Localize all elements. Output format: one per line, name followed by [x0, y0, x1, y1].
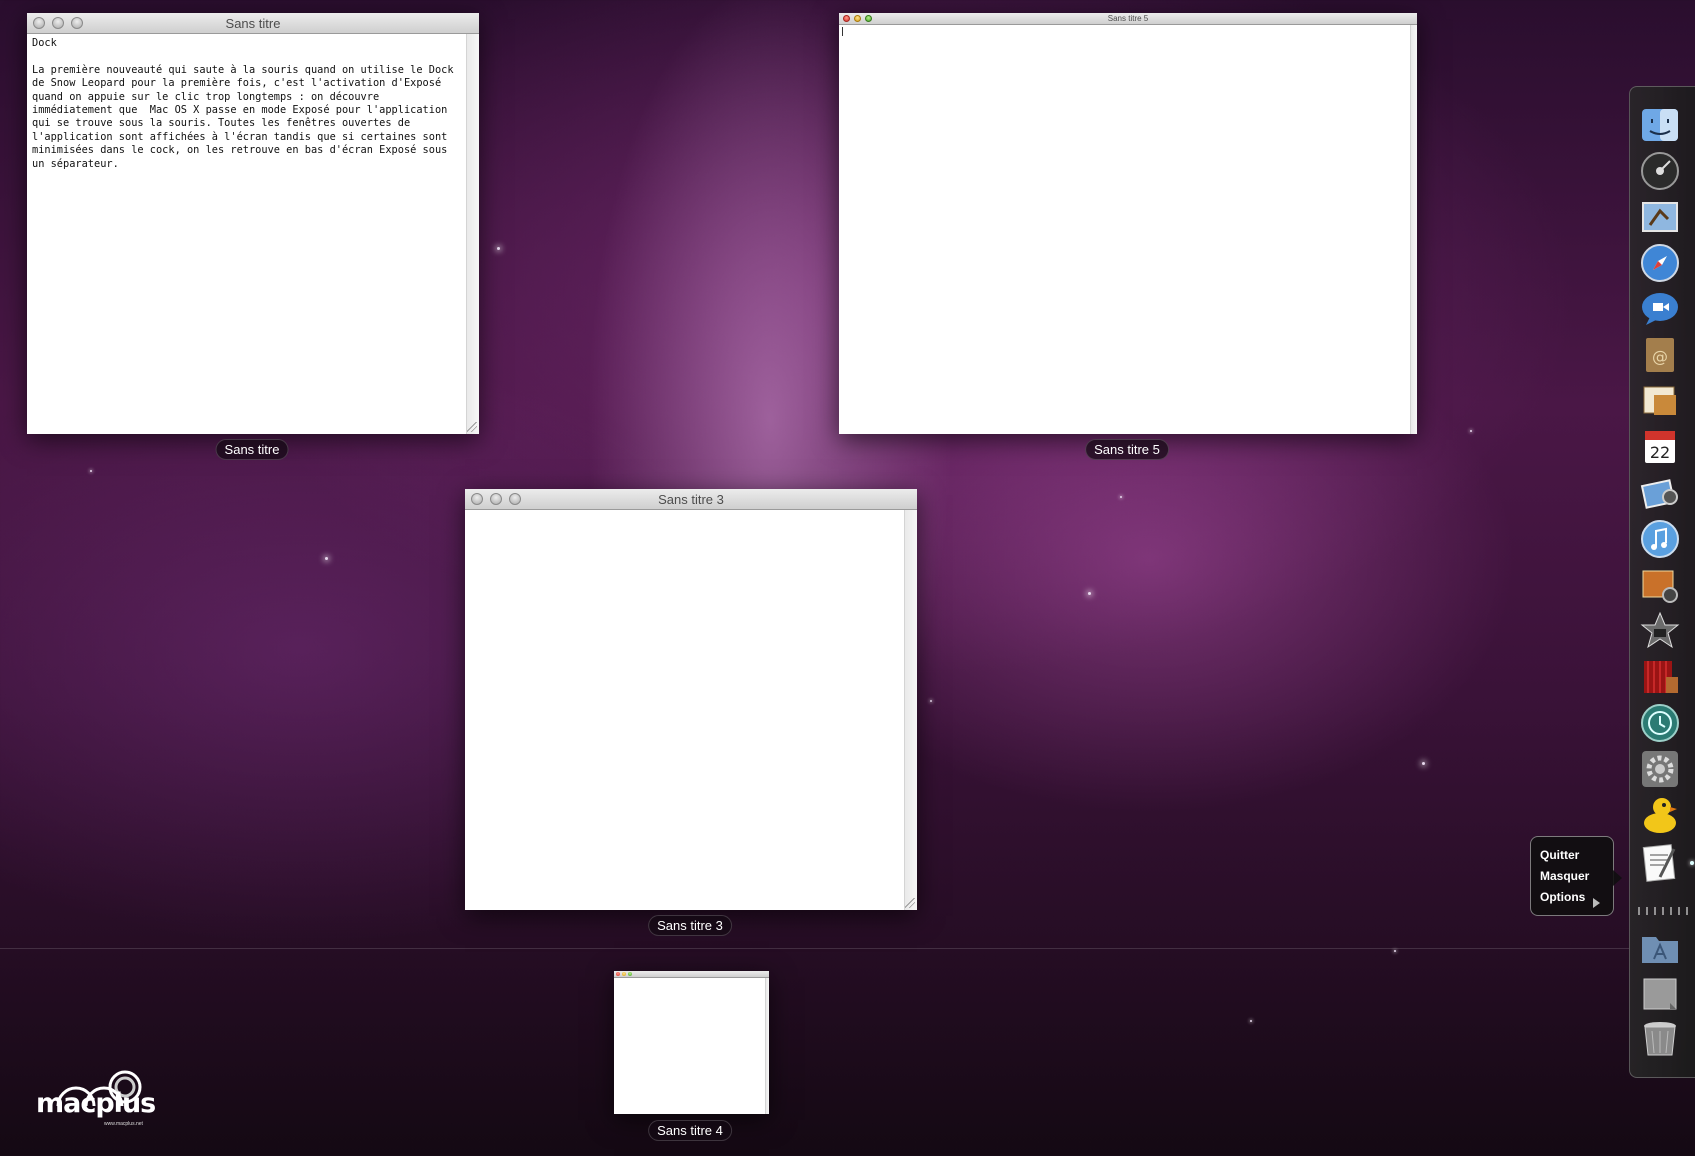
window-title: Sans titre 3 — [658, 491, 724, 507]
star — [1422, 762, 1425, 765]
iphoto-icon[interactable] — [1640, 473, 1680, 513]
ical-icon[interactable]: 22 — [1640, 427, 1680, 467]
documents-stack-icon[interactable] — [1640, 973, 1680, 1013]
dashboard-icon[interactable] — [1640, 151, 1680, 191]
vertical-scrollbar — [765, 978, 769, 1114]
time-machine-icon[interactable] — [1640, 703, 1680, 743]
preview-icon[interactable] — [1640, 381, 1680, 421]
document-text[interactable]: Dock La première nouveauté qui saute à l… — [27, 34, 465, 174]
window-label-sans-titre[interactable]: Sans titre — [215, 439, 289, 460]
resize-grip-icon[interactable] — [905, 898, 915, 908]
svg-text:22: 22 — [1650, 443, 1670, 462]
applications-folder-icon[interactable] — [1640, 927, 1680, 967]
star — [1120, 496, 1122, 498]
close-icon[interactable] — [616, 972, 620, 976]
window-titlebar[interactable]: Sans titre — [27, 13, 479, 34]
window-label-sans-titre-4[interactable]: Sans titre 4 — [648, 1120, 732, 1141]
star — [90, 470, 92, 472]
vertical-scrollbar[interactable] — [1410, 25, 1417, 434]
text-area[interactable]: Dock La première nouveauté qui saute à l… — [27, 34, 479, 434]
window-sans-titre-5[interactable]: Sans titre 5 — [839, 13, 1417, 434]
zoom-icon[interactable] — [509, 493, 521, 505]
imovie-icon[interactable] — [1640, 611, 1680, 651]
zoom-icon[interactable] — [865, 15, 872, 22]
logo-wordmark: macplus — [36, 1088, 156, 1119]
star — [1470, 430, 1472, 432]
zoom-icon[interactable] — [71, 17, 83, 29]
window-label-sans-titre-3[interactable]: Sans titre 3 — [648, 915, 732, 936]
star — [1250, 1020, 1252, 1022]
window-controls — [33, 13, 83, 33]
address-book-icon[interactable]: @ — [1640, 335, 1680, 375]
photo-booth-icon[interactable] — [1640, 565, 1680, 605]
star — [325, 557, 328, 560]
window-titlebar[interactable]: Sans titre 5 — [839, 13, 1417, 25]
safari-icon[interactable] — [1640, 243, 1680, 283]
dock-context-menu: Quitter Masquer Options — [1530, 836, 1622, 916]
dock: @ 22 — [1629, 86, 1695, 1078]
text-area[interactable] — [839, 25, 1417, 434]
window-titlebar[interactable] — [614, 971, 769, 978]
vertical-scrollbar[interactable] — [466, 34, 479, 434]
minimize-icon[interactable] — [854, 15, 861, 22]
menu-item-quitter[interactable]: Quitter — [1540, 848, 1579, 862]
expose-minimized-separator — [0, 948, 1630, 949]
macplus-logo: macplus www.macplus.net — [36, 1066, 156, 1128]
window-sans-titre-4[interactable] — [614, 971, 769, 1114]
finder-icon[interactable] — [1640, 105, 1680, 145]
minimize-icon[interactable] — [52, 17, 64, 29]
window-controls — [616, 971, 632, 977]
window-title: Sans titre — [225, 15, 281, 31]
submenu-arrow-icon — [1593, 898, 1600, 908]
star — [930, 700, 932, 702]
trash-icon[interactable] — [1640, 1019, 1680, 1059]
window-controls — [843, 13, 872, 24]
window-controls — [471, 489, 521, 509]
system-preferences-icon[interactable] — [1640, 749, 1680, 789]
textedit-icon[interactable] — [1640, 843, 1680, 883]
star — [1088, 592, 1091, 595]
window-sans-titre-3[interactable]: Sans titre 3 — [465, 489, 917, 910]
close-icon[interactable] — [843, 15, 850, 22]
svg-text:@: @ — [1652, 347, 1668, 366]
menu-item-masquer[interactable]: Masquer — [1540, 869, 1589, 883]
star — [497, 247, 500, 250]
window-sans-titre[interactable]: Sans titre Dock La première nouveauté qu… — [27, 13, 479, 434]
dock-separator — [1638, 907, 1694, 915]
text-area — [614, 978, 769, 1114]
text-area[interactable] — [465, 510, 917, 910]
front-row-icon[interactable] — [1640, 657, 1680, 697]
window-title: Sans titre 5 — [1107, 14, 1149, 23]
logo-url: www.macplus.net — [104, 1121, 143, 1127]
resize-grip-icon[interactable] — [467, 422, 477, 432]
vertical-scrollbar[interactable] — [904, 510, 917, 910]
running-indicator — [1690, 861, 1694, 865]
minimize-icon[interactable] — [490, 493, 502, 505]
text-cursor — [842, 27, 843, 36]
window-titlebar[interactable]: Sans titre 3 — [465, 489, 917, 510]
close-icon[interactable] — [33, 17, 45, 29]
cyberduck-icon[interactable] — [1640, 795, 1680, 835]
window-label-sans-titre-5[interactable]: Sans titre 5 — [1085, 439, 1169, 460]
mail-icon[interactable] — [1640, 197, 1680, 237]
minimize-icon[interactable] — [622, 972, 626, 976]
menu-pointer — [1613, 870, 1622, 886]
menu-item-options[interactable]: Options — [1540, 890, 1585, 904]
ichat-icon[interactable] — [1640, 289, 1680, 329]
zoom-icon[interactable] — [628, 972, 632, 976]
itunes-icon[interactable] — [1640, 519, 1680, 559]
close-icon[interactable] — [471, 493, 483, 505]
star — [1394, 950, 1396, 952]
